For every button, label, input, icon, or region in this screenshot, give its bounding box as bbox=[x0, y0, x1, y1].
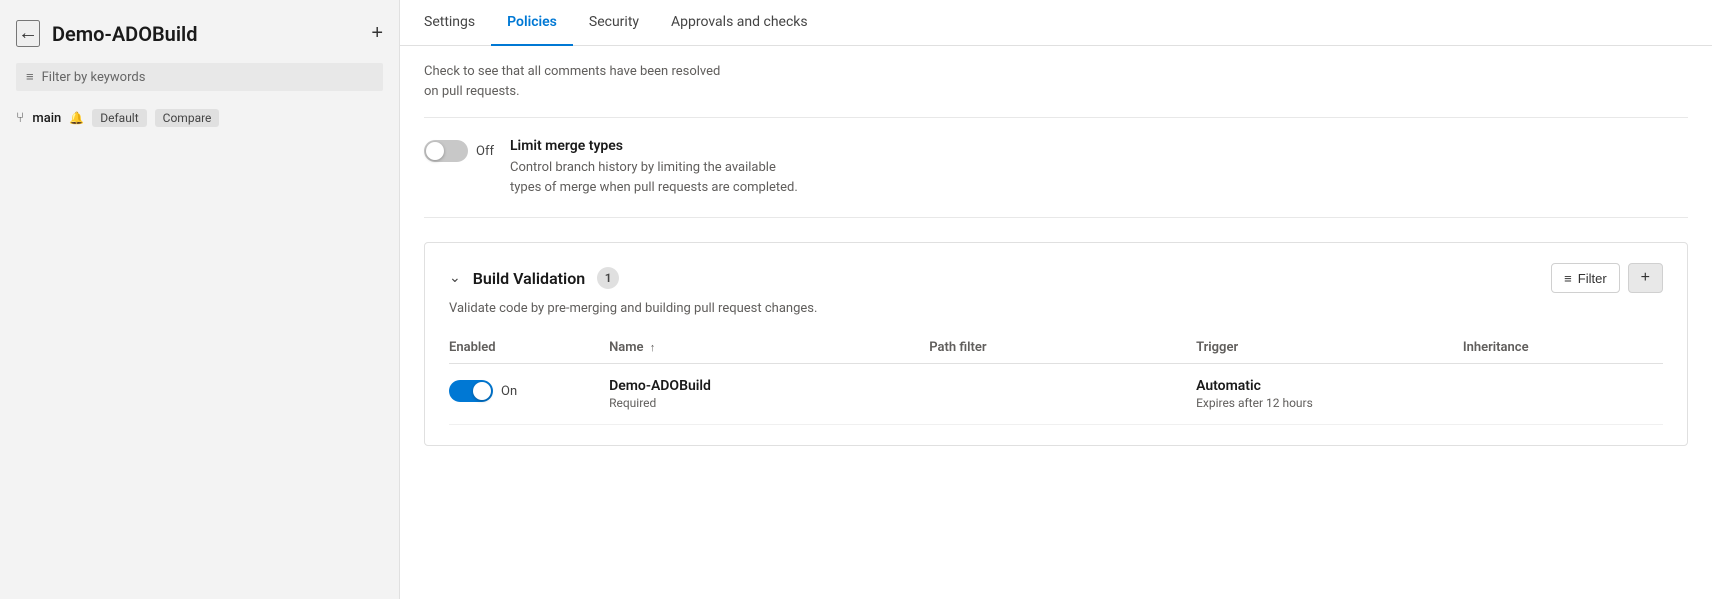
row-enabled-state: On bbox=[501, 384, 517, 399]
col-header-enabled: Enabled bbox=[449, 332, 609, 364]
limit-merge-description: Control branch history by limiting the a… bbox=[510, 158, 1688, 197]
limit-merge-title: Limit merge types bbox=[510, 138, 1688, 154]
col-header-trigger: Trigger bbox=[1196, 332, 1463, 364]
sidebar-title: Demo-ADOBuild bbox=[52, 22, 359, 46]
section-actions: ≡ Filter + bbox=[1551, 263, 1663, 293]
partial-policy-description: Check to see that all comments have been… bbox=[424, 62, 1688, 101]
content-area: Check to see that all comments have been… bbox=[400, 46, 1712, 599]
branch-icon: ⑂ bbox=[16, 110, 24, 126]
filter-box[interactable]: ≡ Filter by keywords bbox=[16, 63, 383, 91]
row-trigger: Automatic Expires after 12 hours bbox=[1196, 364, 1463, 425]
branch-default-tag[interactable]: Default bbox=[92, 109, 146, 127]
col-header-inheritance: Inheritance bbox=[1463, 332, 1663, 364]
build-validation-table: Enabled Name ↑ Path filter Trigger Inher… bbox=[449, 332, 1663, 425]
partial-policy-item: Check to see that all comments have been… bbox=[424, 46, 1688, 118]
table-row: On Demo-ADOBuild Required Automatic bbox=[449, 364, 1663, 425]
tab-settings[interactable]: Settings bbox=[424, 0, 491, 46]
sidebar: ← Demo-ADOBuild + ≡ Filter by keywords ⑂… bbox=[0, 0, 400, 599]
sidebar-header: ← Demo-ADOBuild + bbox=[0, 12, 399, 63]
tab-bar: Settings Policies Security Approvals and… bbox=[400, 0, 1712, 46]
row-enabled: On bbox=[449, 364, 609, 425]
add-button[interactable]: + bbox=[371, 22, 383, 45]
filter-placeholder: Filter by keywords bbox=[42, 70, 146, 85]
row-path bbox=[929, 364, 1196, 425]
branch-name: main bbox=[32, 111, 61, 126]
branch-row: ⑂ main 🔔 Default Compare bbox=[0, 103, 399, 133]
col-header-name: Name ↑ bbox=[609, 332, 929, 364]
row-build-sub: Required bbox=[609, 396, 905, 410]
build-validation-title: Build Validation bbox=[473, 269, 585, 288]
sort-arrow-name[interactable]: ↑ bbox=[650, 341, 656, 354]
limit-merge-label-group: Limit merge types Control branch history… bbox=[510, 138, 1688, 197]
main-content: Settings Policies Security Approvals and… bbox=[400, 0, 1712, 599]
filter-btn-icon: ≡ bbox=[1564, 271, 1572, 286]
branch-compare-tag[interactable]: Compare bbox=[155, 109, 220, 127]
branch-bell-icon: 🔔 bbox=[69, 111, 84, 125]
row-toggle[interactable]: On bbox=[449, 380, 609, 402]
build-validation-badge: 1 bbox=[597, 267, 619, 289]
row-trigger-sub: Expires after 12 hours bbox=[1196, 396, 1463, 410]
tab-security[interactable]: Security bbox=[573, 0, 655, 46]
filter-icon: ≡ bbox=[26, 69, 34, 85]
row-inheritance bbox=[1463, 364, 1663, 425]
col-header-path: Path filter bbox=[929, 332, 1196, 364]
back-button[interactable]: ← bbox=[16, 20, 40, 47]
row-switch-knob bbox=[473, 382, 491, 400]
table-body: On Demo-ADOBuild Required Automatic bbox=[449, 364, 1663, 425]
row-switch[interactable] bbox=[449, 380, 493, 402]
switch-knob bbox=[426, 142, 444, 160]
limit-merge-toggle[interactable]: Off bbox=[424, 140, 494, 162]
filter-btn-label: Filter bbox=[1578, 271, 1607, 286]
chevron-down-icon[interactable]: ⌄ bbox=[449, 270, 461, 286]
tab-approvals[interactable]: Approvals and checks bbox=[655, 0, 824, 46]
add-policy-button[interactable]: + bbox=[1628, 263, 1663, 293]
filter-button[interactable]: ≡ Filter bbox=[1551, 263, 1619, 293]
table-header: Enabled Name ↑ Path filter Trigger Inher… bbox=[449, 332, 1663, 364]
limit-merge-state: Off bbox=[476, 144, 494, 159]
row-trigger-name: Automatic bbox=[1196, 378, 1463, 394]
row-name: Demo-ADOBuild Required bbox=[609, 364, 929, 425]
limit-merge-switch[interactable] bbox=[424, 140, 468, 162]
tab-policies[interactable]: Policies bbox=[491, 0, 573, 46]
build-validation-section: ⌄ Build Validation 1 ≡ Filter + Validate… bbox=[424, 242, 1688, 446]
build-validation-header: ⌄ Build Validation 1 ≡ Filter + bbox=[449, 263, 1663, 293]
limit-merge-row: Off Limit merge types Control branch his… bbox=[424, 118, 1688, 218]
build-validation-description: Validate code by pre-merging and buildin… bbox=[449, 301, 1663, 316]
row-build-name[interactable]: Demo-ADOBuild bbox=[609, 378, 905, 394]
